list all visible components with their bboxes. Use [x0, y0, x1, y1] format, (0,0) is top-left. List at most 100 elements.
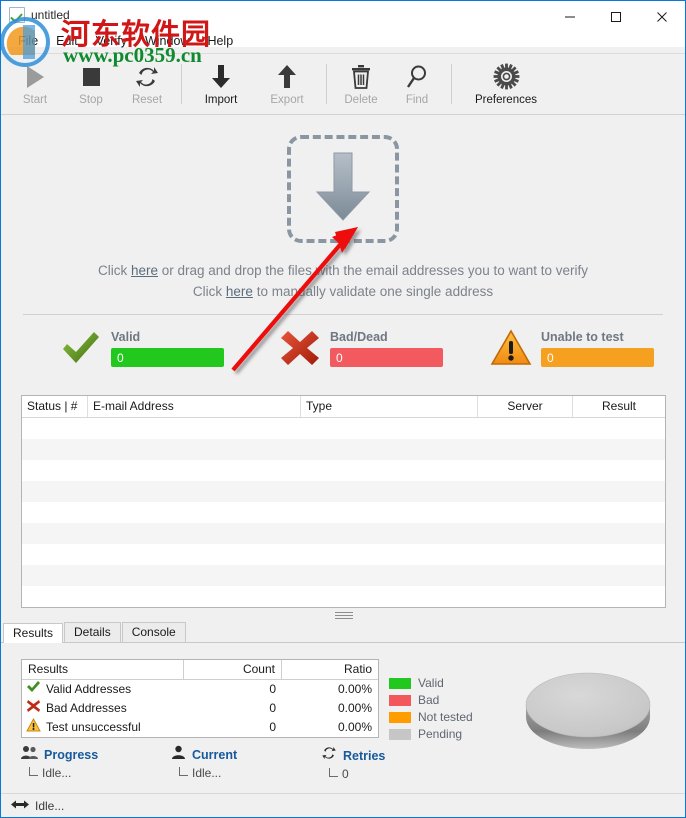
counter-unable-value: 0	[547, 350, 554, 365]
toolbar-button-start[interactable]: Start	[7, 55, 63, 113]
counter-bad-dead: Bad/Dead 0	[278, 323, 443, 383]
grid-column-type[interactable]: Type	[301, 396, 478, 417]
toolbar-button-delete[interactable]: Delete	[333, 55, 389, 113]
tab-console[interactable]: Console	[121, 622, 186, 642]
toolbar-button-export[interactable]: Export	[254, 55, 320, 113]
legend-swatch-pending	[389, 729, 411, 740]
legend-swatch-valid	[389, 678, 411, 689]
section-divider	[23, 314, 663, 315]
panel-splitter[interactable]	[1, 610, 685, 622]
results-summary-table: Results Count Ratio Valid Addresses 0 0.…	[21, 659, 379, 738]
counter-valid-title: Valid	[111, 330, 141, 344]
toolbar-button-stop[interactable]: Stop	[63, 55, 119, 113]
application-window: untitled File Edit Verify Window Help St…	[0, 0, 686, 818]
users-icon	[21, 745, 38, 765]
retries-value-row: 0	[329, 767, 385, 781]
grid-column-result[interactable]: Result	[573, 396, 665, 417]
results-row-unsuccessful-count: 0	[269, 720, 276, 734]
window-title: untitled	[31, 8, 70, 22]
maximize-button[interactable]	[593, 1, 639, 33]
instruction-1-prefix: Click	[97, 263, 131, 278]
table-row[interactable]	[22, 544, 665, 565]
legend-item-bad: Bad	[389, 692, 473, 709]
results-header-name: Results	[22, 660, 184, 679]
network-transfer-icon	[11, 797, 29, 815]
instruction-line-2: Click here to manually validate one sing…	[23, 281, 663, 302]
toolbar-label-find: Find	[405, 93, 429, 106]
warning-triangle-icon	[26, 717, 41, 738]
counter-valid-value: 0	[117, 350, 124, 365]
toolbar-separator-2	[326, 64, 327, 104]
check-mark-icon	[59, 327, 103, 369]
counter-bad-dead-body: Bad/Dead 0	[330, 327, 443, 367]
drop-target-box[interactable]	[287, 135, 399, 243]
toolbar-separator-1	[181, 64, 182, 104]
results-row-valid-name: Valid Addresses	[22, 680, 184, 699]
menu-item-verify[interactable]: Verify	[87, 31, 136, 51]
instruction-2-link[interactable]: here	[226, 284, 253, 299]
legend-label-pending: Pending	[418, 727, 463, 741]
legend-item-pending: Pending	[389, 726, 473, 743]
table-row[interactable]	[22, 565, 665, 586]
current-header: Current	[171, 745, 237, 765]
results-row-bad: Bad Addresses 0 0.00%	[22, 699, 378, 718]
menu-item-window[interactable]: Window	[136, 31, 198, 51]
counter-bad-dead-bar: 0	[330, 348, 443, 367]
table-row[interactable]	[22, 418, 665, 439]
results-row-unsuccessful-name: Test unsuccessful	[22, 717, 184, 738]
toolbar-button-preferences[interactable]: Preferences	[458, 55, 554, 113]
results-header-count: Count	[184, 660, 282, 679]
grid-header-row: Status | # E-mail Address Type Server Re…	[22, 396, 665, 418]
legend-swatch-not-tested	[389, 712, 411, 723]
results-row-bad-ratio: 0.00%	[337, 701, 372, 715]
email-results-grid[interactable]: Status | # E-mail Address Type Server Re…	[21, 395, 666, 608]
toolbar-button-find[interactable]: Find	[389, 55, 445, 113]
progress-value-row: Idle...	[29, 766, 98, 780]
instruction-1-link[interactable]: here	[131, 263, 158, 278]
counter-summary-row: Valid 0 Bad/Dead 0 Unable to test 0	[1, 323, 685, 383]
toolbar-label-start: Start	[22, 93, 48, 106]
splitter-grip[interactable]	[335, 612, 353, 619]
user-icon	[171, 745, 186, 765]
refresh-icon	[321, 745, 337, 766]
toolbar-label-stop: Stop	[79, 93, 103, 106]
progress-value: Idle...	[42, 766, 72, 780]
magnifier-icon	[405, 62, 429, 92]
menu-item-file[interactable]: File	[9, 31, 47, 51]
instruction-1-suffix: or drag and drop the files with the emai…	[158, 263, 588, 278]
drop-zone[interactable]: Click here or drag and drop the files wi…	[1, 116, 685, 306]
toolbar-button-import[interactable]: Import	[188, 55, 254, 113]
table-row[interactable]	[22, 502, 665, 523]
current-block: Current Idle...	[171, 745, 237, 780]
tab-results[interactable]: Results	[3, 623, 64, 643]
play-icon	[23, 62, 47, 92]
toolbar-button-reset[interactable]: Reset	[119, 55, 175, 113]
legend-label-bad: Bad	[418, 693, 440, 707]
minimize-button[interactable]	[547, 1, 593, 33]
grid-column-server[interactable]: Server	[478, 396, 573, 417]
table-row[interactable]	[22, 460, 665, 481]
grid-column-email-address[interactable]: E-mail Address	[88, 396, 301, 417]
results-row-unsuccessful-label: Test unsuccessful	[46, 720, 141, 734]
results-row-bad-name: Bad Addresses	[22, 699, 184, 718]
results-row-valid-count: 0	[269, 682, 276, 696]
table-row[interactable]	[22, 523, 665, 544]
table-row[interactable]	[22, 586, 665, 607]
toolbar-label-preferences: Preferences	[474, 93, 537, 106]
menu-bar: File Edit Verify Window Help	[1, 31, 685, 51]
window-controls	[547, 1, 685, 33]
arrow-down-icon	[209, 62, 233, 92]
legend-item-valid: Valid	[389, 675, 473, 692]
close-button[interactable]	[639, 1, 685, 33]
tab-details[interactable]: Details	[64, 622, 121, 642]
table-row[interactable]	[22, 481, 665, 502]
results-row-unsuccessful: Test unsuccessful 0 0.00%	[22, 717, 378, 738]
tree-elbow-icon	[329, 768, 338, 777]
retries-block: Retries 0	[321, 745, 385, 781]
table-row[interactable]	[22, 439, 665, 460]
grid-column-status[interactable]: Status | #	[22, 396, 88, 417]
menu-item-help[interactable]: Help	[198, 31, 242, 51]
menu-item-edit[interactable]: Edit	[47, 31, 87, 51]
results-panel: Results Count Ratio Valid Addresses 0 0.…	[1, 643, 685, 749]
toolbar-label-delete: Delete	[344, 93, 378, 106]
